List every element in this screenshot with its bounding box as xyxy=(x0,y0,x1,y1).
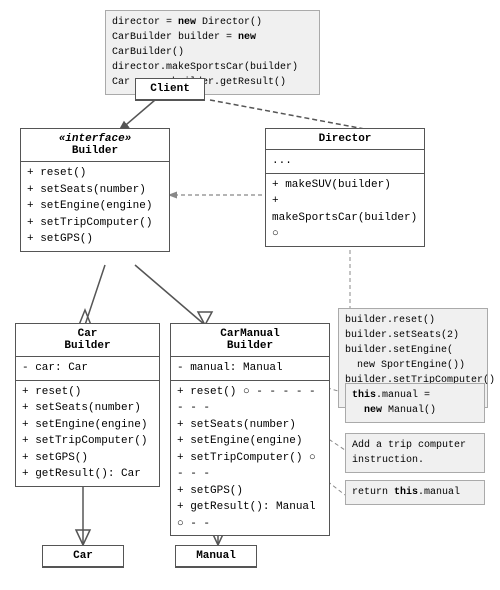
uml-diagram: director = new Director() CarBuilder bui… xyxy=(0,0,500,590)
car-box: Car xyxy=(42,545,124,568)
builder-header: «interface» Builder xyxy=(21,129,169,162)
client-box: Client xyxy=(135,78,205,101)
builder-box: «interface» Builder + reset() + setSeats… xyxy=(20,128,170,252)
builder-stereotype: «interface» xyxy=(27,133,163,145)
car-builder-box: CarBuilder - car: Car + reset() + setSea… xyxy=(15,323,160,487)
car-builder-name: CarBuilder xyxy=(16,324,159,357)
carmanual-builder-name: CarManualBuilder xyxy=(171,324,329,357)
director-methods: + makeSUV(builder) + makeSportsCar(build… xyxy=(266,174,424,246)
director-name: Director xyxy=(266,129,424,150)
note-trip-computer: Add a trip computer instruction. xyxy=(345,433,485,473)
car-builder-methods: + reset() + setSeats(number) + setEngine… xyxy=(16,381,159,486)
car-label: Car xyxy=(43,546,123,567)
builder-name: Builder xyxy=(27,145,163,157)
director-fields: ... xyxy=(266,150,424,174)
car-builder-fields: - car: Car xyxy=(16,357,159,381)
carmanual-builder-box: CarManualBuilder - manual: Manual + rese… xyxy=(170,323,330,536)
director-box: Director ... + makeSUV(builder) + makeSp… xyxy=(265,128,425,247)
builder-methods: + reset() + setSeats(number) + setEngine… xyxy=(21,162,169,251)
code-line-1: director = new Director() xyxy=(112,15,313,30)
client-label: Client xyxy=(136,79,204,100)
manual-label: Manual xyxy=(176,546,256,567)
carmanual-builder-methods: + reset() ○ - - - - - - - - + setSeats(n… xyxy=(171,381,329,536)
code-line-3: director.makeSportsCar(builder) xyxy=(112,60,313,75)
code-line-2: CarBuilder builder = new CarBuilder() xyxy=(112,30,313,60)
note-this-manual: this.manual = new Manual() xyxy=(345,383,485,423)
carmanual-builder-fields: - manual: Manual xyxy=(171,357,329,381)
manual-box: Manual xyxy=(175,545,257,568)
note-return-manual: return this.manual xyxy=(345,480,485,505)
